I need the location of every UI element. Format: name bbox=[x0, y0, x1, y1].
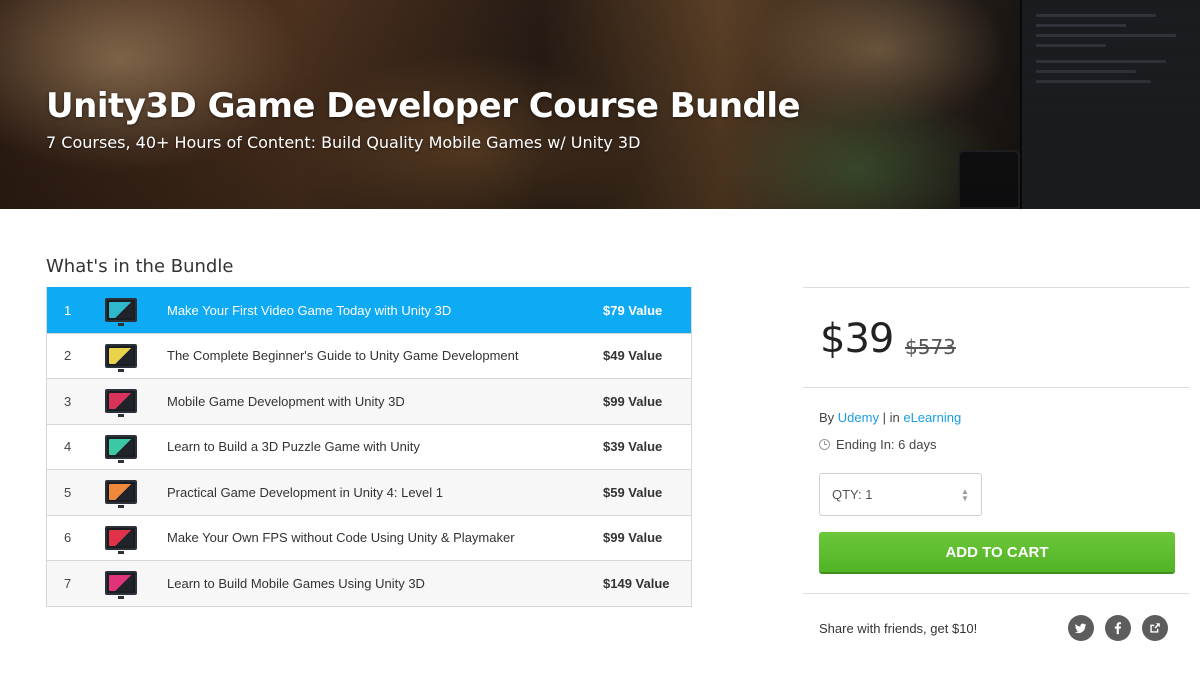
facebook-share-button[interactable] bbox=[1105, 615, 1131, 641]
row-number: 5 bbox=[64, 484, 72, 500]
bundle-row[interactable]: 2 The Complete Beginner's Guide to Unity … bbox=[47, 332, 691, 378]
ending-text: Ending In: 6 days bbox=[836, 437, 937, 452]
row-number: 1 bbox=[64, 302, 72, 318]
current-price: $39 bbox=[820, 316, 894, 362]
vendor-link[interactable]: Udemy bbox=[838, 410, 879, 425]
hero-phone-graphic bbox=[958, 150, 1020, 209]
bundle-row[interactable]: 4 Learn to Build a 3D Puzzle Game with Un… bbox=[47, 423, 691, 469]
divider bbox=[803, 387, 1190, 388]
course-value: $79 Value bbox=[603, 302, 663, 318]
course-thumbnail-icon bbox=[105, 525, 137, 554]
page-subtitle: 7 Courses, 40+ Hours of Content: Build Q… bbox=[46, 133, 641, 152]
bundle-row[interactable]: 1 Make Your First Video Game Today with U… bbox=[47, 287, 691, 333]
clock-icon bbox=[819, 439, 830, 450]
course-title[interactable]: Practical Game Development in Unity 4: L… bbox=[167, 485, 603, 500]
category-link[interactable]: eLearning bbox=[903, 410, 961, 425]
ending-line: Ending In: 6 days bbox=[819, 437, 936, 452]
divider bbox=[803, 287, 1190, 288]
bundle-heading: What's in the Bundle bbox=[46, 256, 234, 277]
course-thumbnail-icon bbox=[105, 343, 137, 372]
by-label: By bbox=[819, 410, 835, 425]
twitter-share-button[interactable] bbox=[1068, 615, 1094, 641]
quantity-select[interactable]: QTY: 1 ▲ ▼ bbox=[819, 473, 982, 516]
row-number: 7 bbox=[64, 575, 72, 591]
course-title[interactable]: Mobile Game Development with Unity 3D bbox=[167, 394, 603, 409]
bundle-row[interactable]: 7 Learn to Build Mobile Games Using Unity… bbox=[47, 560, 691, 606]
course-title[interactable]: Make Your First Video Game Today with Un… bbox=[167, 303, 603, 318]
hero-editor-graphic bbox=[1020, 0, 1200, 209]
course-value: $99 Value bbox=[603, 393, 663, 409]
category-separator: | in bbox=[882, 410, 900, 425]
bundle-table: 1 Make Your First Video Game Today with U… bbox=[46, 287, 692, 607]
original-price: $573 bbox=[905, 335, 956, 359]
updown-arrows-icon: ▲ ▼ bbox=[961, 487, 969, 503]
course-title[interactable]: Learn to Build Mobile Games Using Unity … bbox=[167, 576, 603, 591]
row-number: 2 bbox=[64, 348, 72, 364]
share-text: Share with friends, get $10! bbox=[819, 621, 978, 636]
add-to-cart-button[interactable]: ADD TO CART bbox=[819, 532, 1175, 572]
generic-share-button[interactable] bbox=[1142, 615, 1168, 641]
share-icon bbox=[1150, 623, 1160, 633]
row-number: 6 bbox=[64, 530, 72, 546]
bundle-row[interactable]: 3 Mobile Game Development with Unity 3D $9… bbox=[47, 378, 691, 424]
course-title[interactable]: The Complete Beginner's Guide to Unity G… bbox=[167, 348, 603, 363]
course-value: $99 Value bbox=[603, 530, 663, 546]
course-thumbnail-icon bbox=[105, 298, 137, 327]
course-value: $149 Value bbox=[603, 575, 670, 591]
course-value: $39 Value bbox=[603, 439, 663, 455]
bundle-row[interactable]: 5 Practical Game Development in Unity 4: … bbox=[47, 469, 691, 515]
row-number: 3 bbox=[64, 393, 72, 409]
course-thumbnail-icon bbox=[105, 434, 137, 463]
course-value: $59 Value bbox=[603, 484, 663, 500]
twitter-icon bbox=[1074, 623, 1087, 634]
course-title[interactable]: Learn to Build a 3D Puzzle Game with Uni… bbox=[167, 439, 603, 454]
course-value: $49 Value bbox=[603, 348, 663, 364]
bundle-row[interactable]: 6 Make Your Own FPS without Code Using Un… bbox=[47, 514, 691, 560]
page-title: Unity3D Game Developer Course Bundle bbox=[46, 86, 801, 126]
facebook-icon bbox=[1114, 622, 1122, 635]
quantity-label: QTY: 1 bbox=[832, 487, 873, 502]
course-title[interactable]: Make Your Own FPS without Code Using Uni… bbox=[167, 530, 603, 545]
divider bbox=[803, 593, 1190, 594]
course-thumbnail-icon bbox=[105, 571, 137, 600]
row-number: 4 bbox=[64, 439, 72, 455]
hero-banner: Unity3D Game Developer Course Bundle 7 C… bbox=[0, 0, 1200, 209]
course-thumbnail-icon bbox=[105, 389, 137, 418]
course-thumbnail-icon bbox=[105, 480, 137, 509]
vendor-line: By Udemy | in eLearning bbox=[819, 410, 961, 425]
